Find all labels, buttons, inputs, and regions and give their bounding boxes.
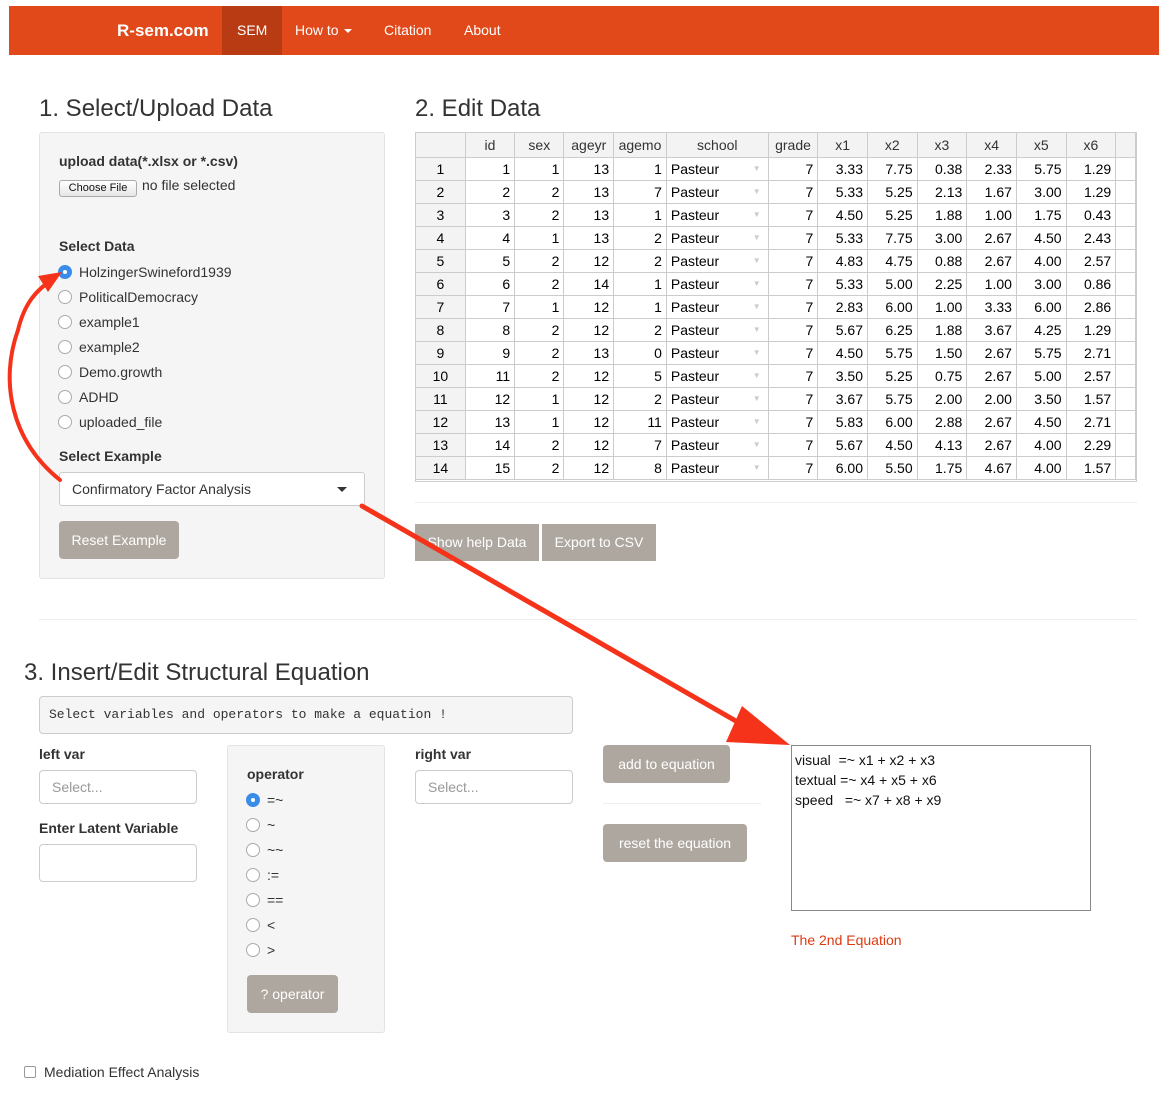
curved-red-arrow (7, 276, 62, 482)
straight-arrowhead-icon (726, 706, 790, 745)
straight-red-arrow (359, 503, 751, 731)
annotation-arrows (7, 272, 790, 745)
